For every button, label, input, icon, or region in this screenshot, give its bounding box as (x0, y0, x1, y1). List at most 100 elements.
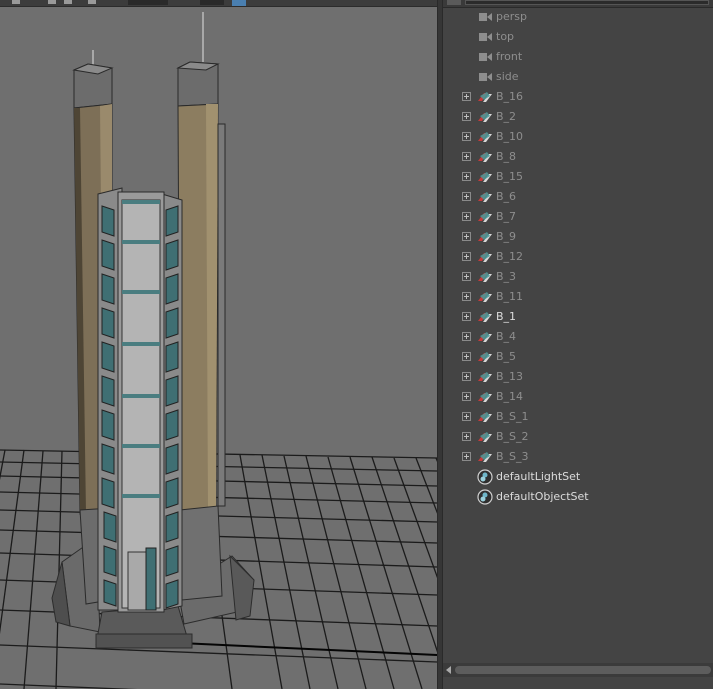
outliner-panel: persp top front side B_16 B_2 B_10 B_8 B_15 B_6 B_… (443, 0, 713, 689)
expand-icon[interactable] (462, 412, 471, 421)
scrollbar-thumb[interactable] (455, 666, 711, 674)
outliner-item-label: B_15 (496, 170, 524, 183)
outliner-item-label: B_4 (496, 330, 517, 343)
expand-icon[interactable] (462, 352, 471, 361)
outliner-item-label: B_9 (496, 230, 517, 243)
transform-node-icon (478, 312, 492, 322)
outliner-item[interactable]: B_8 (443, 147, 713, 167)
transform-node-icon (478, 432, 492, 442)
horizontal-scrollbar[interactable] (443, 663, 713, 677)
search-options-icon[interactable] (447, 0, 461, 5)
outliner-item-label: B_14 (496, 390, 524, 403)
camera-icon (479, 53, 492, 61)
expand-icon[interactable] (462, 432, 471, 441)
outliner-item[interactable]: B_11 (443, 287, 713, 307)
outliner-item[interactable]: B_4 (443, 327, 713, 347)
expand-icon[interactable] (462, 272, 471, 281)
outliner-item-label: front (496, 50, 523, 63)
transform-node-icon (478, 192, 492, 202)
expand-icon[interactable] (462, 112, 471, 121)
outliner-item[interactable]: B_10 (443, 127, 713, 147)
outliner-item-label: persp (496, 10, 527, 23)
expand-icon[interactable] (462, 92, 471, 101)
outliner-item-label: B_12 (496, 250, 524, 263)
outliner-item-label: B_10 (496, 130, 524, 143)
set-icon (477, 469, 493, 485)
set-icon (477, 489, 493, 505)
outliner-item[interactable]: defaultLightSet (443, 467, 713, 487)
outliner-item-label: B_S_1 (496, 410, 529, 423)
transform-node-icon (478, 252, 492, 262)
expand-icon[interactable] (462, 312, 471, 321)
outliner-item[interactable]: B_6 (443, 187, 713, 207)
outliner-item[interactable]: B_15 (443, 167, 713, 187)
transform-node-icon (478, 372, 492, 382)
expand-icon[interactable] (462, 212, 471, 221)
transform-node-icon (478, 332, 492, 342)
outliner-item[interactable]: persp (443, 7, 713, 27)
expand-icon[interactable] (462, 392, 471, 401)
outliner-item[interactable]: B_1 (443, 307, 713, 327)
outliner-item-label: B_16 (496, 90, 524, 103)
outliner-item[interactable]: B_12 (443, 247, 713, 267)
outliner-item[interactable]: B_14 (443, 387, 713, 407)
outliner-item[interactable]: B_13 (443, 367, 713, 387)
outliner-item[interactable]: top (443, 27, 713, 47)
outliner-item[interactable]: B_2 (443, 107, 713, 127)
transform-node-icon (478, 352, 492, 362)
expand-icon[interactable] (462, 332, 471, 341)
outliner-item[interactable]: B_S_3 (443, 447, 713, 467)
transform-node-icon (478, 132, 492, 142)
outliner-item[interactable]: B_7 (443, 207, 713, 227)
outliner-item[interactable]: B_S_2 (443, 427, 713, 447)
transform-node-icon (478, 412, 492, 422)
outliner-item-label: B_8 (496, 150, 517, 163)
outliner-item-label: B_5 (496, 350, 517, 363)
outliner-item[interactable]: B_S_1 (443, 407, 713, 427)
expand-icon[interactable] (462, 132, 471, 141)
transform-node-icon (478, 272, 492, 282)
outliner-item-label: B_2 (496, 110, 517, 123)
outliner-item[interactable]: B_16 (443, 87, 713, 107)
expand-icon[interactable] (462, 172, 471, 181)
outliner-item-label: side (496, 70, 519, 83)
expand-icon[interactable] (462, 232, 471, 241)
scene-render (0, 12, 437, 689)
camera-icon (479, 73, 492, 81)
right-pillar (176, 12, 226, 601)
outliner-item[interactable]: side (443, 67, 713, 87)
outliner-item[interactable]: B_3 (443, 267, 713, 287)
outliner-item[interactable]: B_5 (443, 347, 713, 367)
expand-icon[interactable] (462, 152, 471, 161)
bottom-strip (443, 677, 713, 689)
outliner-item-label: B_13 (496, 370, 524, 383)
viewport-3d[interactable] (0, 0, 437, 689)
expand-icon[interactable] (462, 292, 471, 301)
outliner-item-label: B_11 (496, 290, 524, 303)
outliner-list: persp top front side B_16 B_2 B_10 B_8 B_15 B_6 B_… (443, 7, 713, 507)
central-core (97, 187, 183, 613)
transform-node-icon (478, 232, 492, 242)
expand-icon[interactable] (462, 252, 471, 261)
transform-node-icon (478, 112, 492, 122)
expand-icon[interactable] (462, 452, 471, 461)
outliner-item-label: B_3 (496, 270, 517, 283)
expand-icon[interactable] (462, 192, 471, 201)
outliner-item[interactable]: B_9 (443, 227, 713, 247)
outliner-item-label: defaultObjectSet (496, 490, 589, 503)
transform-node-icon (478, 452, 492, 462)
expand-icon[interactable] (462, 372, 471, 381)
scroll-left-icon[interactable] (446, 666, 451, 674)
transform-node-icon (478, 212, 492, 222)
outliner-item[interactable]: front (443, 47, 713, 67)
outliner-item-label: defaultLightSet (496, 470, 581, 483)
outliner-item-label: B_S_3 (496, 450, 529, 463)
transform-node-icon (478, 392, 492, 402)
transform-node-icon (478, 172, 492, 182)
outliner-item[interactable]: defaultObjectSet (443, 487, 713, 507)
transform-node-icon (478, 92, 492, 102)
outliner-item-label: B_1 (496, 310, 517, 323)
outliner-item-label: B_6 (496, 190, 517, 203)
transform-node-icon (478, 152, 492, 162)
search-input[interactable] (465, 0, 709, 5)
